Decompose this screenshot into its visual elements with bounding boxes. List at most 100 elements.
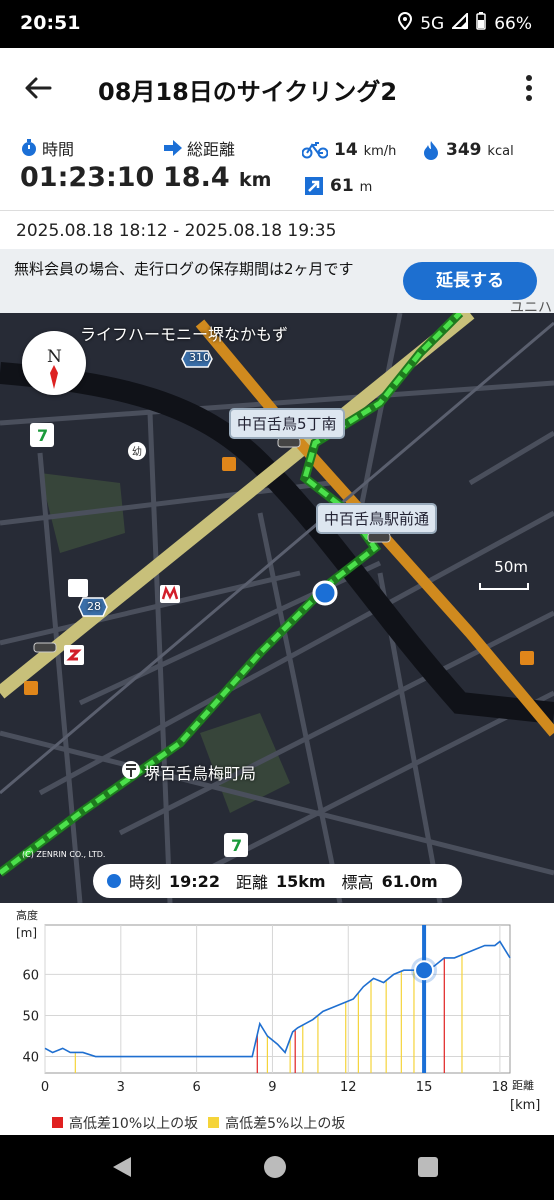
x-tick-label: 18 bbox=[492, 1080, 509, 1095]
back-button[interactable] bbox=[20, 70, 56, 106]
fastfood-icon bbox=[160, 585, 180, 603]
y-tick-label: 50 bbox=[22, 1009, 39, 1024]
copyright-label: (C) ZENRIN CO., LTD. bbox=[22, 850, 106, 859]
system-nav-bar bbox=[0, 1135, 554, 1200]
signal-icon bbox=[450, 11, 469, 34]
chart-legend: 高低差10%以上の坂 高低差5%以上の坂 bbox=[52, 1113, 345, 1133]
nav-recents-icon[interactable] bbox=[418, 1157, 438, 1177]
legend-item-steep: 高低差10%以上の坂 bbox=[52, 1113, 198, 1133]
distance-unit: km bbox=[239, 169, 272, 191]
scale-label: 50m bbox=[494, 558, 528, 576]
x-axis-unit: [km] bbox=[510, 1098, 540, 1113]
time-label: 時間 bbox=[42, 140, 75, 159]
calories-value: 349 bbox=[446, 140, 482, 160]
stat-calories: 349 kcal bbox=[422, 140, 514, 160]
info-elevation-label: 標高 bbox=[341, 873, 374, 892]
stat-climb: 61 m bbox=[304, 176, 372, 196]
app-bar: 08月18日のサイクリング2 bbox=[0, 48, 554, 128]
speed-unit: km/h bbox=[363, 144, 397, 159]
calories-unit: kcal bbox=[487, 144, 514, 159]
map-canvas: 7 7 bbox=[0, 313, 554, 903]
arrow-right-icon bbox=[164, 140, 182, 156]
time-value: 01:23:10 bbox=[20, 162, 155, 193]
current-position-marker bbox=[312, 580, 338, 606]
distance-label: 総距離 bbox=[187, 140, 236, 159]
climb-value: 61 bbox=[330, 176, 354, 196]
x-tick-label: 12 bbox=[340, 1080, 357, 1095]
y-tick-label: 60 bbox=[22, 968, 39, 983]
flame-icon bbox=[424, 141, 438, 160]
elevation-chart-svg: 0 3 6 9 12 15 18 40 50 60 高度 [m] 距離 [km] bbox=[16, 908, 540, 1113]
date-range: 2025.08.18 18:12 - 2025.08.18 19:35 bbox=[0, 211, 554, 249]
climb-unit: m bbox=[359, 180, 373, 195]
traffic-signal-icon bbox=[367, 532, 391, 543]
bicycle-icon bbox=[302, 142, 328, 159]
compass-letter: N bbox=[47, 347, 62, 367]
info-elevation-value: 61.0m bbox=[381, 871, 438, 891]
position-info-bar: 時刻 19:22 距離 15km 標高 61.0m bbox=[93, 864, 462, 898]
nav-back-icon[interactable] bbox=[113, 1157, 131, 1177]
position-dot-icon bbox=[107, 874, 121, 888]
legend-swatch-yellow bbox=[208, 1117, 220, 1128]
notice-text: 無料会員の場合、走行ログの保存期間は2ヶ月です bbox=[14, 260, 354, 278]
route-map[interactable]: 7 7 N ライフハーモニー堺なかもず 310 28 幼 中百舌鳥5丁南 中百舌… bbox=[0, 313, 554, 903]
scale-bar bbox=[479, 583, 529, 590]
road-310-label: 310 bbox=[189, 351, 210, 364]
info-distance-label: 距離 bbox=[235, 873, 268, 892]
battery-icon bbox=[476, 12, 486, 35]
honda-icon bbox=[68, 579, 88, 597]
status-time: 20:51 bbox=[20, 12, 81, 34]
battery-level: 66% bbox=[494, 13, 532, 34]
y-axis-unit: [m] bbox=[16, 926, 37, 940]
status-bar: 20:51 5G 66% bbox=[0, 0, 554, 48]
traffic-signal-icon bbox=[277, 437, 301, 448]
network-type: 5G bbox=[420, 13, 445, 34]
location-icon bbox=[398, 11, 413, 35]
stat-time: 時間 01:23:10 bbox=[20, 136, 154, 193]
stat-speed: 14 km/h bbox=[302, 140, 396, 160]
legend-label-steep: 高低差10%以上の坂 bbox=[69, 1116, 199, 1132]
status-icons: 5G 66% bbox=[398, 11, 532, 35]
x-axis-label: 距離 bbox=[512, 1078, 534, 1092]
chart-frame bbox=[44, 924, 511, 1074]
x-tick-label: 6 bbox=[192, 1080, 200, 1095]
page-title: 08月18日のサイクリング2 bbox=[98, 78, 398, 106]
svg-text:7: 7 bbox=[231, 836, 242, 855]
elevation-chart[interactable]: 0 3 6 9 12 15 18 40 50 60 高度 [m] 距離 [km] 高低差10%以上の坂 高… bbox=[0, 903, 554, 1135]
restaurant-icon bbox=[222, 457, 236, 471]
restaurant-icon bbox=[520, 651, 534, 665]
stat-distance: 総距離 18.4 km bbox=[163, 136, 271, 193]
compass-button[interactable]: N bbox=[22, 331, 86, 395]
post-office-label: 堺百舌鳥梅町局 bbox=[144, 764, 257, 783]
distance-value: 18.4 bbox=[163, 162, 230, 193]
y-axis-label: 高度 bbox=[16, 908, 38, 922]
info-time-value: 19:22 bbox=[169, 871, 220, 891]
stopwatch-icon bbox=[22, 139, 36, 156]
svg-text:7: 7 bbox=[37, 426, 48, 445]
membership-notice: 無料会員の場合、走行ログの保存期間は2ヶ月です 延長する ユニハ bbox=[0, 249, 554, 316]
legend-label-moderate: 高低差5%以上の坂 bbox=[225, 1116, 346, 1132]
x-tick-label: 0 bbox=[41, 1080, 49, 1095]
restaurant-icon bbox=[24, 681, 38, 695]
y-tick-label: 40 bbox=[22, 1051, 39, 1066]
speed-value: 14 bbox=[334, 140, 358, 160]
traffic-signal-icon bbox=[33, 642, 57, 653]
stats-panel: 時間 01:23:10 総距離 18.4 km 14 km/h 349 kcal… bbox=[0, 128, 554, 210]
elevation-line bbox=[44, 940, 511, 1058]
x-tick-label: 15 bbox=[416, 1080, 433, 1095]
chart-cursor-dot bbox=[414, 960, 435, 981]
climb-icon bbox=[305, 177, 323, 195]
x-tick-label: 9 bbox=[268, 1080, 276, 1095]
extend-button[interactable]: 延長する bbox=[403, 262, 537, 300]
more-options-button[interactable] bbox=[522, 72, 536, 104]
legend-item-moderate: 高低差5%以上の坂 bbox=[208, 1113, 345, 1133]
kindergarten-label: 幼 bbox=[132, 447, 142, 458]
nav-home-icon[interactable] bbox=[264, 1156, 286, 1178]
more-vert-icon bbox=[526, 75, 532, 101]
info-time-label: 時刻 bbox=[129, 873, 162, 892]
info-distance-value: 15km bbox=[275, 871, 326, 891]
back-arrow-icon bbox=[25, 77, 52, 99]
place-label: ライフハーモニー堺なかもず bbox=[80, 325, 289, 344]
compass-icon: N bbox=[47, 347, 62, 389]
legend-swatch-red bbox=[52, 1117, 63, 1128]
